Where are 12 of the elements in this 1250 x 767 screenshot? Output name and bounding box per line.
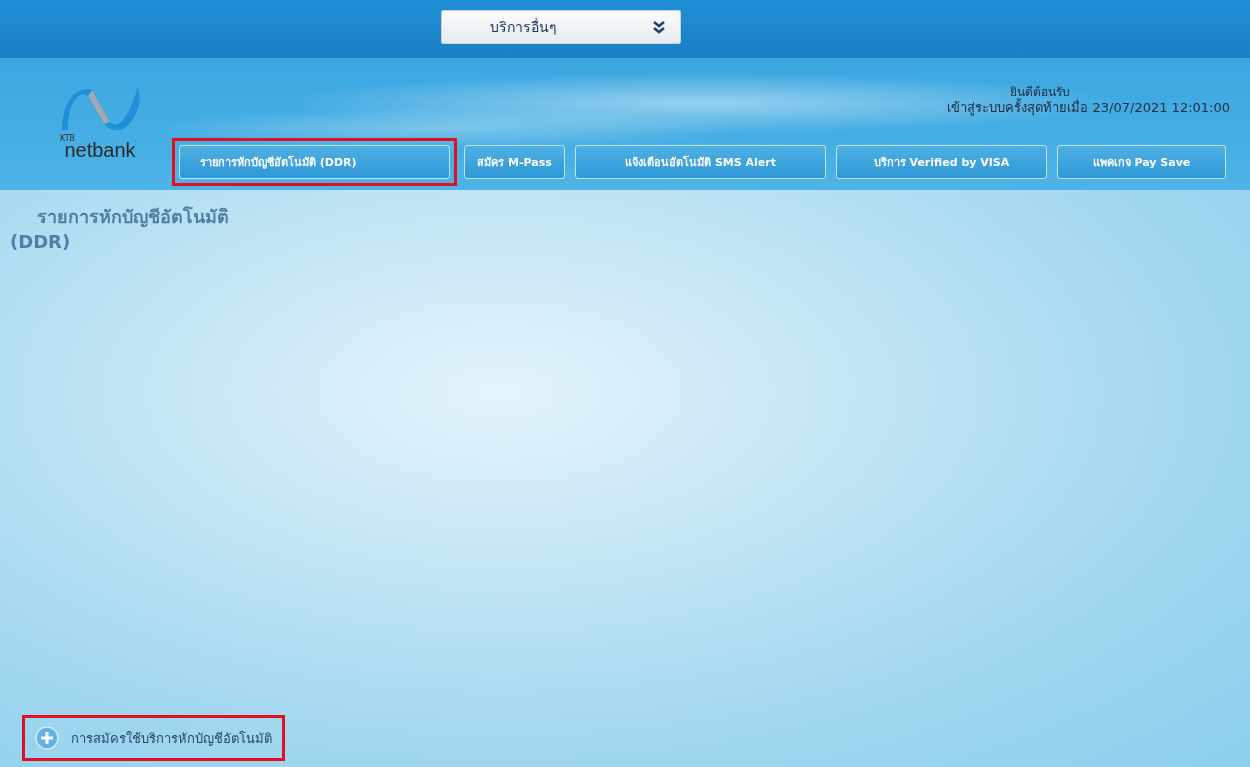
page-title-suffix: (DDR) — [10, 231, 72, 252]
last-login-text: เข้าสู่ระบบครั้งสุดท้ายเมื่อ 23/07/2021 12:01:00 — [947, 100, 1230, 116]
nav-tab[interactable]: แพคเกจ Pay Save — [1057, 145, 1226, 179]
nav-tab[interactable]: แจ้งเตือนอัตโนมัติ SMS Alert — [575, 145, 826, 179]
plus-circle-icon — [35, 726, 59, 750]
nav-tab[interactable]: สมัคร M-Pass — [464, 145, 565, 179]
welcome-text: ยินดีต้อนรับ — [1010, 84, 1070, 99]
page-title: รายการหักบัญชีอัตโนมัติ — [37, 205, 230, 230]
nav-tab[interactable]: บริการ Verified by VISA — [836, 145, 1047, 179]
services-dropdown[interactable]: บริการอื่นๆ — [441, 10, 681, 44]
nav-tab[interactable]: รายการหักบัญชีอัตโนมัติ (DDR) — [179, 145, 450, 179]
double-chevron-icon — [652, 20, 666, 34]
